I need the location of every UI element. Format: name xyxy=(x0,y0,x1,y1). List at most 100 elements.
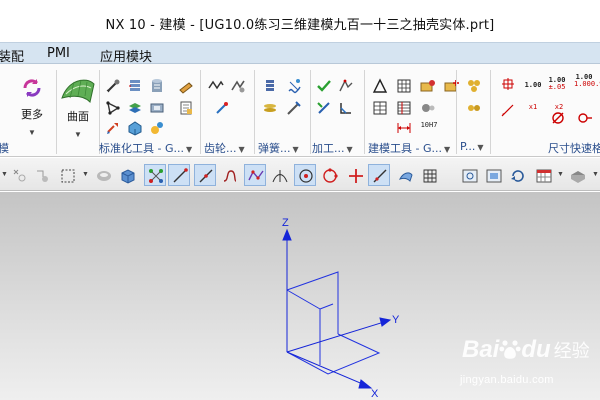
move-handle-button[interactable] xyxy=(30,164,52,186)
sheet-geometry xyxy=(286,271,381,375)
x-axis-arrow xyxy=(358,379,373,389)
cylinder-icon[interactable] xyxy=(149,78,165,94)
spring-disc-icon[interactable] xyxy=(262,100,278,116)
snap-surface-button[interactable] xyxy=(394,164,416,186)
more-button[interactable]: 更多 ▼ xyxy=(14,106,50,140)
select-box-button[interactable] xyxy=(56,164,78,186)
layer-icon[interactable] xyxy=(127,100,143,116)
gear-pair-icon[interactable] xyxy=(230,78,246,94)
graphics-viewport[interactable]: Z Y X xyxy=(0,192,600,400)
rotate-view-button[interactable] xyxy=(506,164,528,186)
group-label-dimension-quick[interactable]: 尺寸快速格 xyxy=(548,140,600,156)
datum-symbol-icon[interactable] xyxy=(500,76,516,92)
table-icon[interactable] xyxy=(372,100,388,116)
shaded-cylinder-icon xyxy=(97,171,111,181)
folder-plus-icon[interactable] xyxy=(444,78,460,94)
menu-application[interactable]: 应用模块 xyxy=(100,46,152,65)
linkage-icon[interactable] xyxy=(105,100,121,116)
spring-coil-icon[interactable] xyxy=(286,78,302,94)
dimension-tolerance-button[interactable]: 1.00 ±.05 xyxy=(548,77,566,91)
snap-quadrant-button[interactable] xyxy=(318,164,340,186)
ribbon: 更多 ▼ 模 曲面 ▼ 标准化工具 - G... ▼ 齿轮... ▼ 弹簧...… xyxy=(0,64,600,157)
mold-icon[interactable] xyxy=(149,100,165,116)
render-style-button[interactable] xyxy=(566,164,588,186)
spring-tool-icon[interactable] xyxy=(286,100,302,116)
stack-icon[interactable] xyxy=(127,78,143,94)
dimension-limit-bottom: 0.95 xyxy=(590,80,600,88)
list-table-icon[interactable] xyxy=(396,100,412,116)
diameter-icon[interactable] xyxy=(550,110,566,126)
chevron-down-icon[interactable]: ▼ xyxy=(1,171,8,178)
curve-icon xyxy=(223,170,237,182)
triad-axes xyxy=(282,228,392,389)
chamfer-icon[interactable] xyxy=(338,100,354,116)
leader-line-icon[interactable] xyxy=(500,102,516,118)
zoom-view-button[interactable] xyxy=(458,164,480,186)
bolts-stack-icon[interactable] xyxy=(466,78,482,94)
fit-window-icon xyxy=(486,169,502,183)
surface-icon[interactable] xyxy=(60,74,96,104)
dimension-tolerance-bottom: ±.05 xyxy=(548,83,566,91)
group-label-gear[interactable]: 齿轮... ▼ xyxy=(204,140,245,156)
tolerance-h7-label[interactable]: 10H7 xyxy=(418,122,440,129)
menu-assembly[interactable]: 装配 xyxy=(0,46,24,65)
shaded-view-button[interactable] xyxy=(92,164,114,186)
more-label: 更多 xyxy=(21,108,43,121)
snap-intersection-button[interactable] xyxy=(268,164,290,186)
folder-gear-icon[interactable] xyxy=(420,78,436,94)
gear-mesh-icon[interactable] xyxy=(208,78,224,94)
arrows-icon[interactable] xyxy=(105,120,121,136)
hole-callout-icon[interactable] xyxy=(576,110,592,126)
surface-button[interactable]: 曲面 ▼ xyxy=(60,108,96,142)
fit-view-button[interactable] xyxy=(482,164,504,186)
document-icon[interactable] xyxy=(178,100,194,116)
snap-grid-button[interactable] xyxy=(144,164,166,186)
snap-endpoint-button[interactable] xyxy=(168,164,190,186)
snap-control-point-button[interactable] xyxy=(244,164,266,186)
bolt-icon[interactable] xyxy=(105,78,121,94)
dimension-limit-button[interactable]: 1.001.000.95 xyxy=(574,74,600,88)
menu-pmi[interactable]: PMI xyxy=(47,46,70,61)
machining-tool-icon[interactable] xyxy=(338,78,354,94)
group-label-p[interactable]: P... ▼ xyxy=(460,140,484,153)
solid-view-button[interactable] xyxy=(116,164,138,186)
gear-shape-icon[interactable] xyxy=(149,120,165,136)
chevron-down-icon: ▼ xyxy=(238,145,245,154)
baidu-watermark: Bai du 经验 xyxy=(462,336,590,364)
snap-point-button[interactable] xyxy=(8,164,30,186)
spring-stack-icon[interactable] xyxy=(262,78,278,94)
snap-on-curve-button[interactable] xyxy=(368,164,390,186)
chevron-down-icon[interactable]: ▼ xyxy=(82,171,89,178)
snap-existing-point-button[interactable] xyxy=(344,164,366,186)
grid-table-icon[interactable] xyxy=(396,78,412,94)
group-label-spring[interactable]: 弹簧... ▼ xyxy=(258,140,299,156)
snap-curve-button[interactable] xyxy=(218,164,240,186)
snap-midpoint-button[interactable] xyxy=(194,164,216,186)
group-label-machining[interactable]: 加工... ▼ xyxy=(312,140,353,156)
dimension-value-button[interactable]: 1.00 xyxy=(524,82,542,89)
snap-arc-center-button[interactable] xyxy=(294,164,316,186)
part-icon[interactable] xyxy=(127,120,143,136)
chevron-down-icon[interactable]: ▼ xyxy=(592,171,599,178)
menu-bar: 装配 PMI 应用模块 xyxy=(0,42,600,65)
pencil-icon[interactable] xyxy=(178,78,194,94)
snap-grid-point-button[interactable] xyxy=(418,164,440,186)
chevron-down-icon[interactable]: ▼ xyxy=(557,171,564,178)
snap-grid-icon xyxy=(149,169,163,183)
fit-icon[interactable] xyxy=(420,100,436,116)
layout-view-button[interactable] xyxy=(532,164,554,186)
bolts-pair-icon[interactable] xyxy=(466,100,482,116)
z-axis-arrow xyxy=(282,228,292,241)
group-label-modeling-tools[interactable]: 建模工具 - G... ▼ xyxy=(368,140,450,156)
z-axis-label: Z xyxy=(282,217,289,229)
triangle-icon[interactable] xyxy=(372,78,388,94)
gear-tool-icon[interactable] xyxy=(214,100,230,116)
drill-icon[interactable] xyxy=(316,100,332,116)
sync-icon[interactable] xyxy=(20,76,44,100)
group-label-standard[interactable]: 标准化工具 - G... ▼ xyxy=(99,140,192,156)
check-icon[interactable] xyxy=(316,78,332,94)
group-separator xyxy=(456,70,457,154)
select-box-icon xyxy=(61,169,75,183)
dimension-x1-button[interactable]: x1 xyxy=(526,104,540,111)
dimension-line-icon[interactable] xyxy=(396,120,412,136)
